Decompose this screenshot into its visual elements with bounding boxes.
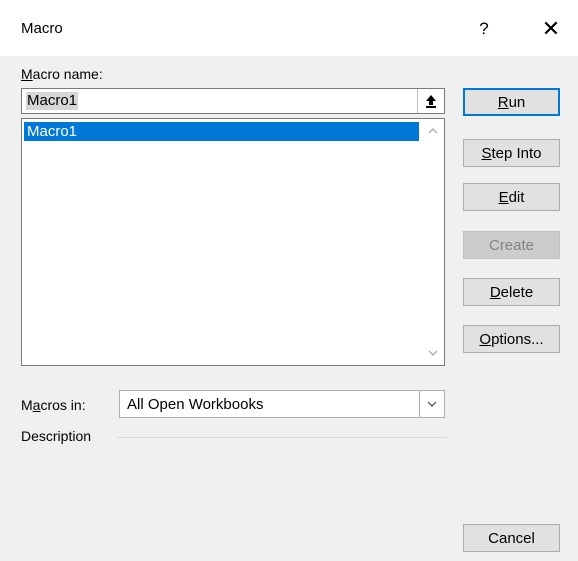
chevron-down-icon[interactable]: [419, 391, 444, 417]
step-into-button[interactable]: Step Into: [463, 139, 560, 167]
close-button[interactable]: ✕: [534, 14, 568, 44]
list-scrollbar[interactable]: [422, 119, 444, 365]
create-button[interactable]: Create: [463, 231, 560, 259]
step-into-accesskey: S: [481, 144, 492, 162]
upload-arrow-icon[interactable]: [417, 89, 444, 113]
cancel-button[interactable]: Cancel: [463, 524, 560, 552]
macros-in-label-prefix: M: [21, 397, 33, 413]
macros-in-label: Macros in:: [21, 397, 86, 413]
macro-list[interactable]: Macro1: [21, 118, 445, 366]
macro-name-label: Macro name:: [21, 66, 103, 82]
macro-name-value: Macro1: [26, 92, 79, 110]
description-divider: [117, 437, 447, 438]
chevron-up-icon[interactable]: [422, 121, 444, 141]
run-button[interactable]: Run: [463, 88, 560, 116]
edit-button[interactable]: Edit: [463, 183, 560, 211]
options-label-rest: ptions...: [491, 330, 544, 348]
delete-label-rest: elete: [500, 283, 534, 301]
edit-accesskey: E: [498, 188, 509, 206]
options-accesskey: O: [479, 330, 492, 348]
run-accesskey: R: [497, 93, 509, 111]
macro-name-input[interactable]: Macro1: [21, 88, 445, 114]
dialog-title: Macro: [21, 20, 63, 37]
chevron-down-icon[interactable]: [422, 343, 444, 363]
macro-name-accesskey: M: [21, 66, 33, 82]
delete-accesskey: D: [489, 283, 501, 301]
macros-in-select[interactable]: All Open Workbooks: [119, 390, 445, 418]
delete-button[interactable]: Delete: [463, 278, 560, 306]
macro-name-label-rest: acro name:: [32, 66, 103, 82]
list-item[interactable]: Macro1: [24, 122, 419, 141]
options-button[interactable]: Options...: [463, 325, 560, 353]
step-into-label-rest: tep Into: [491, 144, 542, 162]
macros-in-value: All Open Workbooks: [127, 396, 264, 413]
description-label: Description: [21, 428, 92, 444]
title-bar: Macro ? ✕: [0, 0, 578, 56]
macros-in-label-rest: cros in:: [40, 397, 86, 413]
run-label-rest: un: [508, 93, 526, 111]
macro-dialog: Macro ? ✕ Macro name: Macro1 Macro1 Run …: [0, 0, 578, 561]
edit-label-rest: dit: [508, 188, 525, 206]
help-button[interactable]: ?: [470, 14, 498, 44]
